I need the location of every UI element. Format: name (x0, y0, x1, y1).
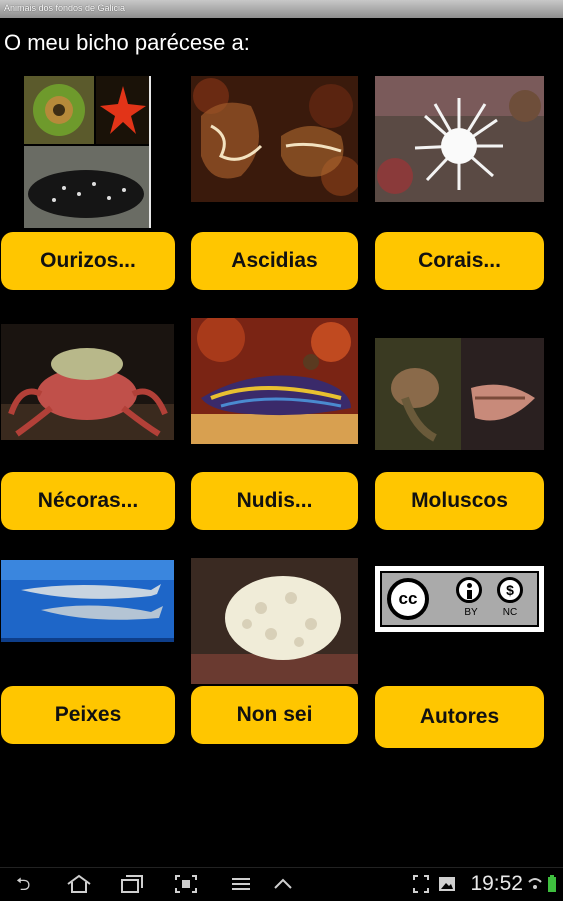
corais-button[interactable]: Corais... (375, 232, 544, 290)
battery-icon (546, 874, 558, 898)
nudis-button[interactable]: Nudis... (191, 472, 358, 530)
nudis-image[interactable] (191, 318, 358, 444)
image-notification-icon (438, 874, 456, 898)
autores-button[interactable]: Autores (375, 686, 544, 748)
by-label: BY (464, 607, 478, 618)
home-icon[interactable] (66, 874, 92, 898)
screenshot-icon[interactable] (174, 874, 198, 898)
peixes-button[interactable]: Peixes (1, 686, 175, 744)
necoras-button[interactable]: Nécoras... (1, 472, 175, 530)
nc-icon: $ (497, 577, 523, 603)
back-icon[interactable]: ⮌ (16, 874, 30, 894)
window-titlebar: Animais dos fondos de Galicia (0, 0, 563, 18)
moluscos-button[interactable]: Moluscos (375, 472, 544, 530)
ourizos-button[interactable]: Ourizos... (1, 232, 175, 290)
chevron-up-icon[interactable] (272, 874, 294, 898)
cc-license-badge: cc $ BY NC (375, 566, 544, 632)
page-heading: O meu bicho parécese a: (4, 30, 250, 55)
ascidias-button[interactable]: Ascidias (191, 232, 358, 290)
non-sei-button[interactable]: Non sei (191, 686, 358, 744)
system-navigation-bar: ⮌ 19:52 (0, 867, 563, 901)
wifi-icon (528, 874, 542, 898)
cc-icon: cc (387, 578, 429, 620)
moluscos-image[interactable] (375, 338, 544, 450)
non-sei-image[interactable] (191, 558, 358, 684)
corais-image[interactable] (375, 76, 544, 202)
ascidias-image[interactable] (191, 76, 358, 202)
nc-label: NC (502, 607, 518, 618)
ourizos-image[interactable] (24, 76, 151, 228)
recent-apps-icon[interactable] (120, 874, 144, 898)
screenshot-notification-icon (412, 874, 430, 898)
by-icon (456, 577, 482, 603)
peixes-image[interactable] (1, 560, 174, 642)
necoras-image[interactable] (1, 324, 174, 440)
app-title: Animais dos fondos de Galicia (4, 3, 126, 13)
clock: 19:52 (470, 872, 523, 895)
menu-icon[interactable] (230, 874, 252, 898)
